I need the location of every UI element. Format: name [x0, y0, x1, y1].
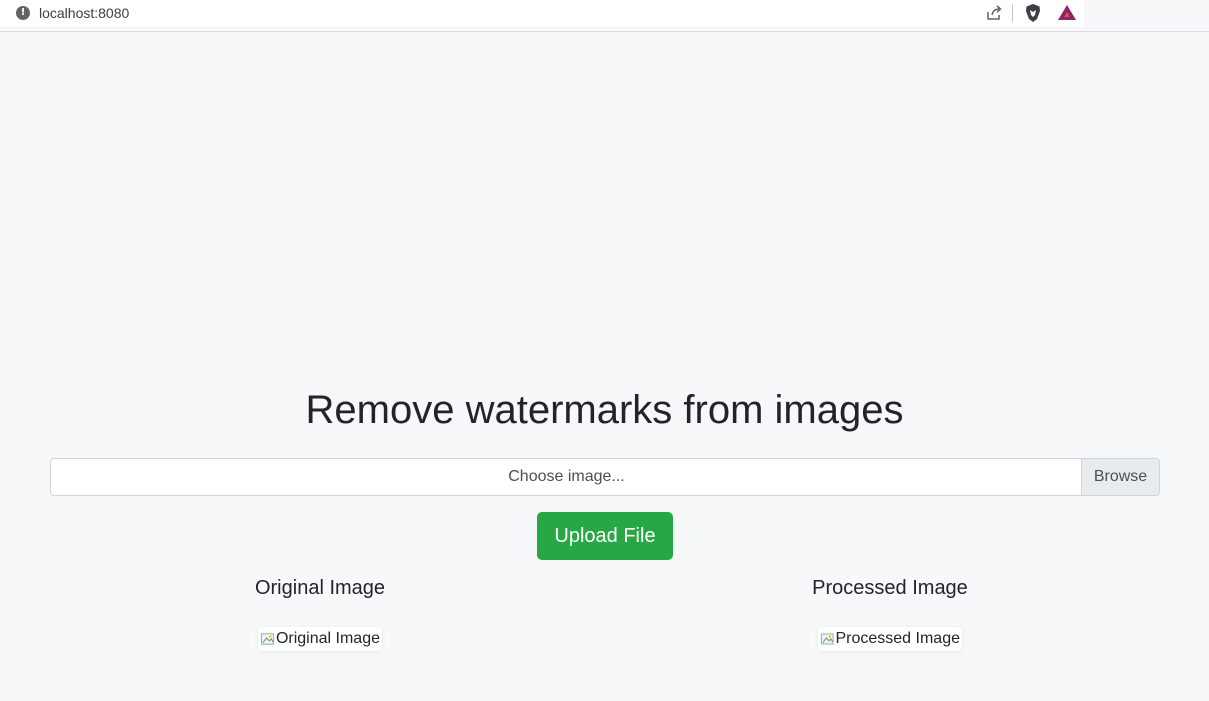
address-bar[interactable]: ! localhost:8080: [0, 0, 1084, 26]
file-input-placeholder[interactable]: Choose image...: [51, 459, 1082, 495]
broken-image-icon: [820, 633, 834, 645]
broken-image-icon: [260, 633, 275, 645]
bat-rewards-icon[interactable]: [1057, 3, 1077, 23]
processed-image: Processed Image: [818, 627, 962, 651]
processed-image-alt: Processed Image: [835, 630, 960, 647]
image-file-input[interactable]: Choose image... Browse: [50, 458, 1160, 496]
browser-toolbar: ! localhost:8080: [0, 0, 1209, 32]
url-text[interactable]: localhost:8080: [39, 5, 129, 21]
brave-shield-icon[interactable]: [1023, 3, 1043, 23]
toolbar-separator: [1012, 4, 1013, 22]
info-icon[interactable]: !: [16, 6, 30, 20]
processed-image-heading: Processed Image: [812, 577, 968, 599]
original-image: Original Image: [258, 627, 382, 651]
original-image-heading: Original Image: [254, 577, 386, 599]
page-title: Remove watermarks from images: [305, 388, 904, 432]
upload-file-button[interactable]: Upload File: [537, 512, 673, 560]
original-image-alt: Original Image: [275, 630, 380, 647]
share-icon[interactable]: [984, 3, 1004, 23]
browse-button[interactable]: Browse: [1081, 459, 1159, 495]
